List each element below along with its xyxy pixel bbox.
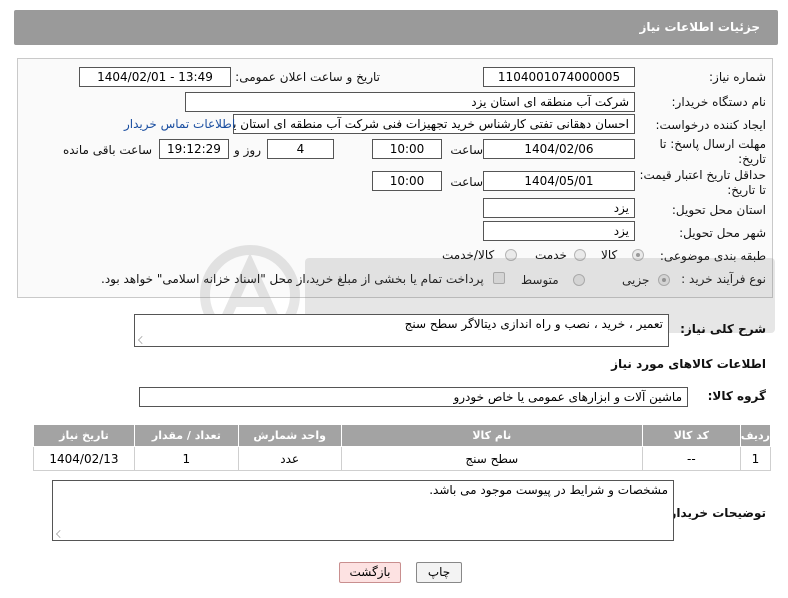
creator-label: ایجاد کننده درخواست: [655,118,766,132]
validity-time-label: ساعت [450,175,483,189]
col-header-date: تاریخ نیاز [33,424,135,447]
announce-field[interactable]: 1404/02/01 - 13:49 [79,67,231,87]
page-header: جزئیات اطلاعات نیاز [14,10,778,45]
resize-grip-icon[interactable] [56,530,64,538]
cell-date: 1404/02/13 [33,446,135,471]
announce-label: تاریخ و ساعت اعلان عمومی: [235,70,380,84]
payment-note: پرداخت تمام یا بخشی از مبلغ خرید،از محل … [101,272,484,286]
province-field[interactable]: یزد [483,198,635,218]
validity-time-field[interactable]: 10:00 [372,171,442,191]
goods-table: ردیف کد کالا نام کالا واحد شمارش تعداد /… [33,424,772,471]
category-radio-goods[interactable] [632,249,644,261]
description-text: تعمیر ، خرید ، نصب و راه اندازی دیتالاگر… [404,317,663,331]
remaining-time-field[interactable]: 19:12:29 [159,139,229,159]
description-textarea[interactable]: تعمیر ، خرید ، نصب و راه اندازی دیتالاگر… [134,314,669,347]
col-header-row: ردیف [739,424,772,447]
reply-time-field[interactable]: 10:00 [372,139,442,159]
category-radio-service[interactable] [574,249,586,261]
price-validity-label-2: تا تاریخ: [727,183,766,197]
category-label: طبقه بندی موضوعی: [659,249,766,263]
back-button[interactable]: بازگشت [339,562,401,583]
col-header-name: نام کالا [340,424,643,447]
province-label: استان محل تحویل: [671,203,766,217]
category-option-goods-service: کالا/خدمت [442,248,495,262]
reply-deadline-label: مهلت ارسال پاسخ: تا [659,137,766,151]
table-header-row: ردیف کد کالا نام کالا واحد شمارش تعداد /… [33,424,772,447]
need-number-label: شماره نیاز: [709,70,766,84]
goods-group-field[interactable]: ماشین آلات و ابزارهای عمومی یا خاص خودرو [139,387,688,407]
buyer-notes-textarea[interactable]: مشخصات و شرایط در پیوست موجود می باشد. [52,480,674,541]
treasury-checkbox[interactable] [493,272,505,284]
process-option-medium: متوسط [521,273,559,287]
city-field[interactable]: یزد [483,221,635,241]
col-header-unit: واحد شمارش [237,424,342,447]
creator-field[interactable]: احسان دهقانی تفتی کارشناس خرید تجهیزات ف… [233,114,635,134]
cell-unit: عدد [237,446,342,471]
col-header-code: کد کالا [641,424,741,447]
days-label: روز و [234,143,261,157]
cell-name: سطح سنج [340,446,643,471]
contact-info-link[interactable]: اطلاعات تماس خریدار [124,117,235,131]
need-number-field[interactable]: 1104001074000005 [483,67,635,87]
goods-group-label: گروه کالا: [707,389,766,403]
process-option-minor: جزیی [622,273,650,287]
process-label: نوع فرآیند خرید : [681,272,766,286]
reply-deadline-label-2: تاریخ: [738,152,766,166]
buyer-notes-label: توضیحات خریدار: [664,506,766,520]
category-option-goods: کالا [601,248,618,262]
buyer-notes-text: مشخصات و شرایط در پیوست موجود می باشد. [429,483,668,497]
remaining-time-label: ساعت باقی مانده [62,143,152,157]
cell-qty: 1 [133,446,239,471]
price-validity-label: حداقل تاریخ اعتبار قیمت: [639,168,766,182]
process-radio-medium[interactable] [573,274,585,286]
days-field[interactable]: 4 [267,139,334,159]
goods-section-title: اطلاعات کالاهای مورد نیاز [611,357,766,371]
description-label: شرح کلی نیاز: [680,322,766,336]
reply-date-field[interactable]: 1404/02/06 [483,139,635,159]
print-button[interactable]: چاپ [416,562,462,583]
cell-row: 1 [739,446,772,471]
col-header-qty: تعداد / مقدار [133,424,239,447]
resize-grip-icon[interactable] [138,336,146,344]
page-title: جزئیات اطلاعات نیاز [639,20,760,34]
buyer-org-field[interactable]: شرکت آب منطقه ای استان یزد [185,92,635,112]
category-radio-goods-service[interactable] [505,249,517,261]
reply-time-label: ساعت [450,143,483,157]
process-radio-minor[interactable] [658,274,670,286]
buyer-org-label: نام دستگاه خریدار: [671,95,767,109]
table-row[interactable]: 1 -- سطح سنج عدد 1 1404/02/13 [33,446,772,471]
city-label: شهر محل تحویل: [679,226,766,240]
validity-date-field[interactable]: 1404/05/01 [483,171,635,191]
cell-code: -- [641,446,741,471]
category-option-service: خدمت [535,248,567,262]
